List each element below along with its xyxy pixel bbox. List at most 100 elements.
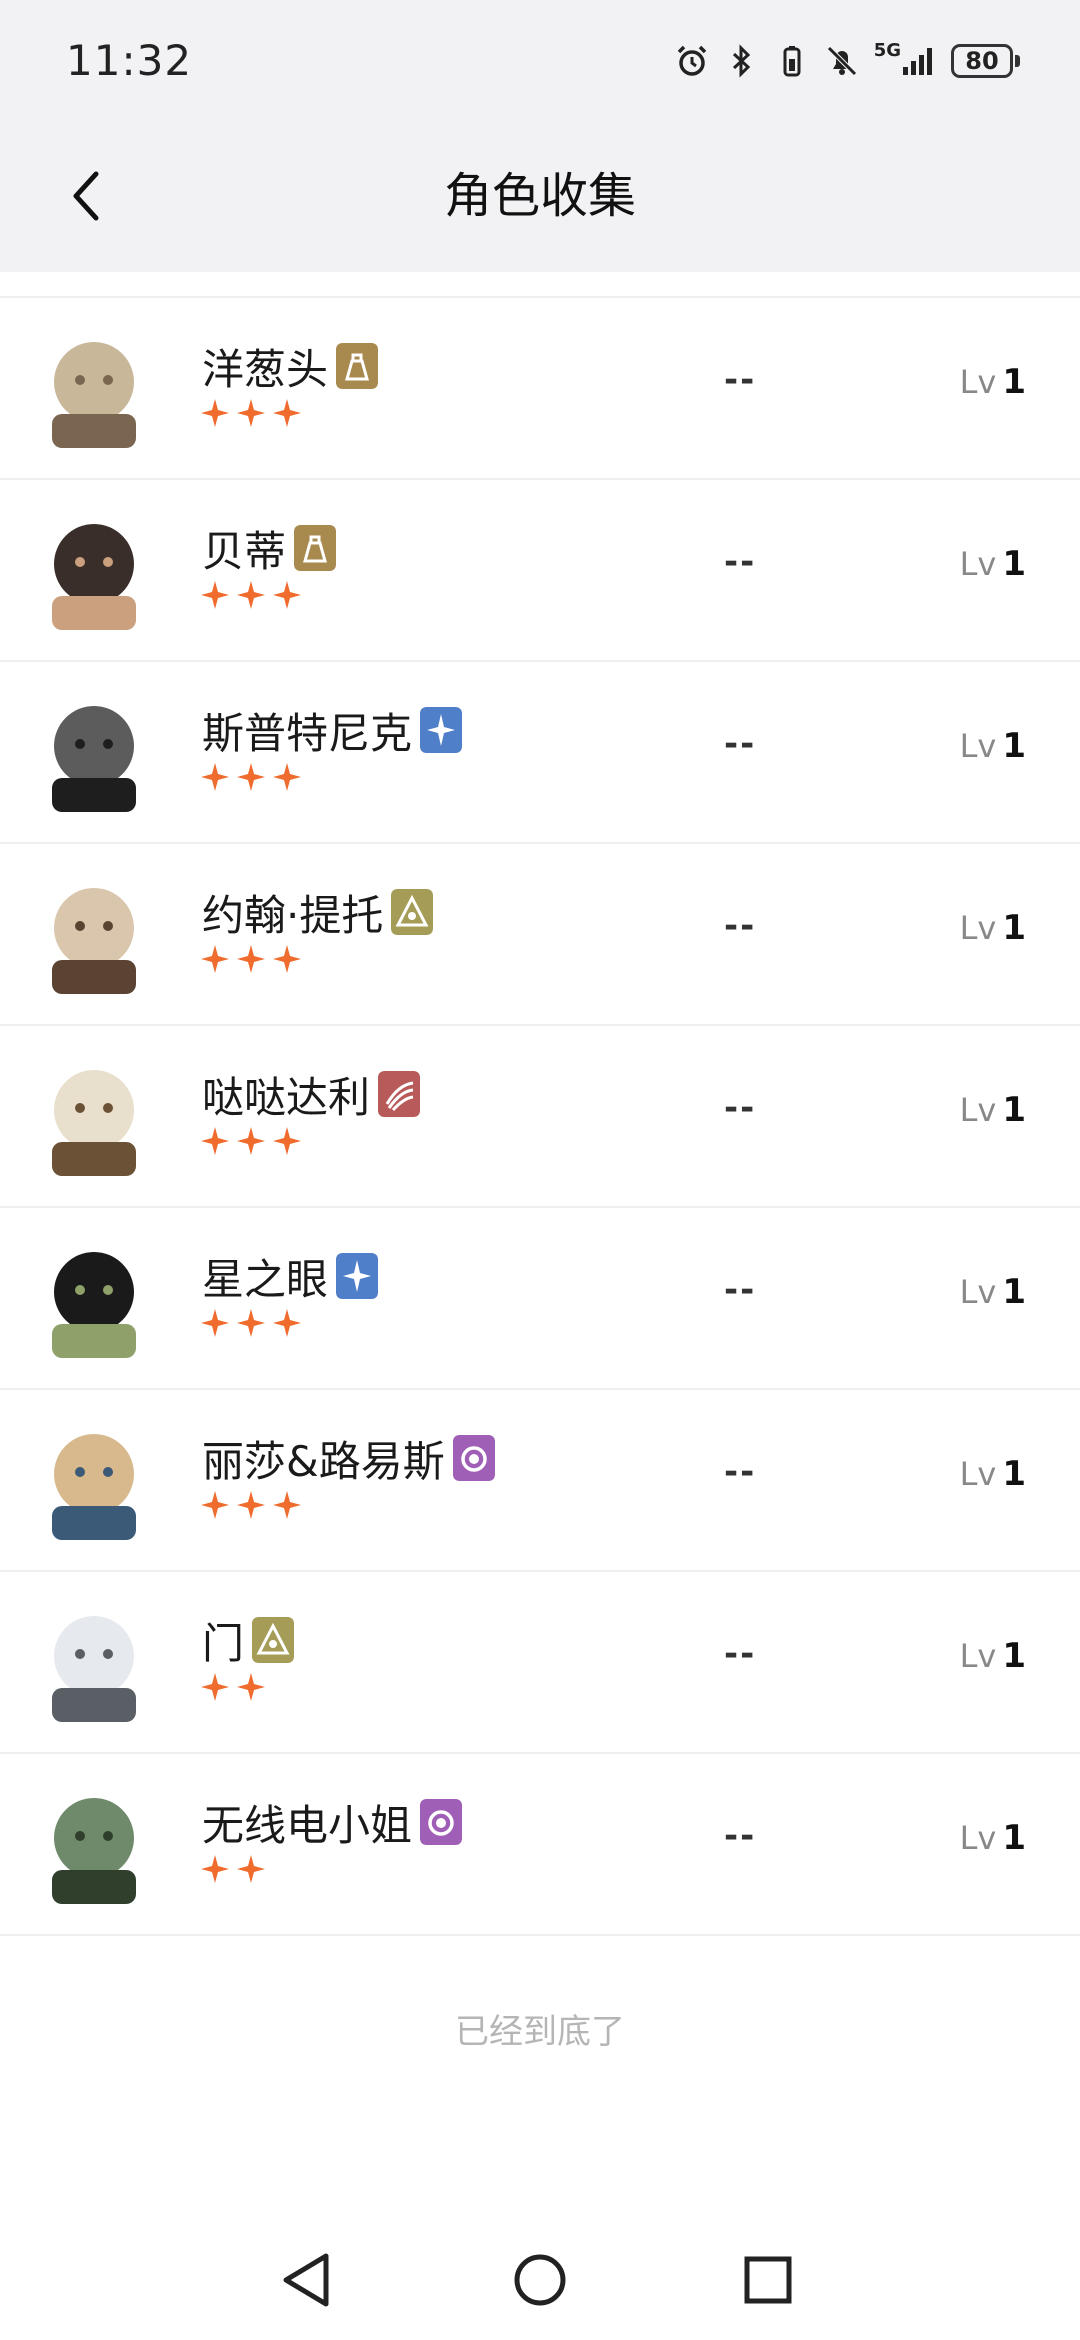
level-value: 1: [1002, 1454, 1026, 1494]
mute-icon: [826, 46, 857, 76]
role-type-badge-icon: [378, 1071, 421, 1117]
role-name: 斯普特尼克: [202, 708, 413, 758]
star-icon: [237, 763, 265, 791]
role-row[interactable]: 斯普特尼克 -- Lv 1: [0, 662, 1080, 844]
role-row[interactable]: 洋葱头 -- Lv 1: [0, 298, 1080, 480]
role-name: 约翰·提托: [202, 890, 384, 940]
role-row[interactable]: 星之眼 -- Lv 1: [0, 1208, 1080, 1390]
rarity-stars: [200, 398, 302, 428]
star-icon: [237, 581, 265, 609]
bluetooth-icon: [732, 44, 750, 78]
level-display: Lv 1: [960, 908, 1026, 948]
level-value: 1: [1002, 362, 1026, 402]
role-type-badge-icon: [420, 1799, 463, 1845]
role-type-badge-icon: [336, 343, 379, 389]
battery-cap: [1015, 55, 1020, 67]
role-name-line: 无线电小姐: [202, 1794, 463, 1850]
level-display: Lv 1: [960, 544, 1026, 584]
star-icon: [237, 1855, 265, 1883]
star-icon: [237, 1127, 265, 1155]
star-icon: [201, 581, 229, 609]
role-type-badge-icon: [252, 1617, 295, 1663]
rarity-stars: [200, 944, 302, 974]
circle-home-icon[interactable]: [504, 2244, 576, 2316]
star-icon: [273, 763, 301, 791]
role-row[interactable]: 贝蒂 -- Lv 1: [0, 480, 1080, 662]
battery-icon: 80: [951, 44, 1020, 78]
level-value: 1: [1002, 908, 1026, 948]
role-type-badge-icon: [452, 1435, 495, 1481]
role-name: 哒哒达利: [202, 1072, 371, 1122]
role-name: 丽莎&路易斯: [202, 1436, 445, 1486]
rarity-stars: [200, 1854, 266, 1884]
system-navigation-bar: [0, 2220, 1080, 2340]
level-label: Lv: [959, 1455, 997, 1493]
role-type-badge-icon: [294, 525, 337, 571]
star-icon: [237, 1491, 265, 1519]
level-display: Lv 1: [960, 1818, 1026, 1858]
network-type: 5G: [873, 40, 901, 61]
role-value: --: [724, 1088, 757, 1128]
level-label: Lv: [959, 909, 997, 947]
role-name-line: 洋葱头: [202, 338, 379, 394]
role-list: 洋葱头 -- Lv 1 贝蒂 -- Lv 1 斯普特尼克 -- Lv 1 约翰·提托 -- Lv 1 哒哒达利 -…: [0, 272, 1080, 1936]
square-recents-icon[interactable]: [732, 2244, 804, 2316]
role-value: --: [724, 1816, 757, 1856]
level-value: 1: [1002, 726, 1026, 766]
role-row[interactable]: 丽莎&路易斯 -- Lv 1: [0, 1390, 1080, 1572]
level-label: Lv: [959, 727, 997, 765]
level-display: Lv 1: [960, 726, 1026, 766]
rarity-stars: [200, 1672, 266, 1702]
star-icon: [201, 763, 229, 791]
level-label: Lv: [959, 1273, 997, 1311]
character-avatar: [30, 1600, 158, 1722]
role-type-badge-icon: [391, 889, 434, 935]
rarity-stars: [200, 1490, 302, 1520]
level-label: Lv: [959, 1091, 997, 1129]
star-icon: [201, 945, 229, 973]
role-type-badge-icon: [420, 707, 463, 753]
level-value: 1: [1002, 544, 1026, 584]
role-row[interactable]: 约翰·提托 -- Lv 1: [0, 844, 1080, 1026]
rarity-stars: [200, 580, 302, 610]
character-avatar: [30, 1054, 158, 1176]
level-display: Lv 1: [960, 362, 1026, 402]
role-name-line: 贝蒂: [202, 520, 337, 576]
level-value: 1: [1002, 1636, 1026, 1676]
role-name: 星之眼: [202, 1254, 329, 1304]
role-value: --: [724, 906, 757, 946]
star-icon: [273, 1491, 301, 1519]
character-avatar: [30, 1236, 158, 1358]
role-row[interactable]: 门 -- Lv 1: [0, 1572, 1080, 1754]
level-value: 1: [1002, 1818, 1026, 1858]
level-label: Lv: [959, 1819, 997, 1857]
role-name-line: 哒哒达利: [202, 1066, 421, 1122]
end-of-list-hint: 已经到底了: [455, 2012, 625, 2052]
role-name: 洋葱头: [202, 344, 329, 394]
role-value: --: [724, 1270, 757, 1310]
nav-header: 角色收集: [0, 120, 1080, 272]
star-icon: [201, 1127, 229, 1155]
level-display: Lv 1: [960, 1090, 1026, 1130]
role-value: --: [724, 542, 757, 582]
role-row[interactable]: 哒哒达利 -- Lv 1: [0, 1026, 1080, 1208]
character-avatar: [30, 326, 158, 448]
role-name: 门: [202, 1618, 245, 1668]
level-value: 1: [1002, 1272, 1026, 1312]
role-row[interactable]: 无线电小姐 -- Lv 1: [0, 1754, 1080, 1936]
battery-level: 80: [951, 44, 1013, 78]
star-icon: [273, 581, 301, 609]
role-name: 贝蒂: [202, 526, 287, 576]
star-icon: [201, 1309, 229, 1337]
role-value: --: [724, 1634, 757, 1674]
triangle-back-icon[interactable]: [272, 2244, 344, 2316]
level-value: 1: [1002, 1090, 1026, 1130]
level-display: Lv 1: [960, 1636, 1026, 1676]
rarity-stars: [200, 1126, 302, 1156]
role-name-line: 丽莎&路易斯: [202, 1430, 495, 1486]
star-icon: [201, 399, 229, 427]
character-avatar: [30, 872, 158, 994]
rarity-stars: [200, 762, 302, 792]
star-icon: [237, 1309, 265, 1337]
status-time: 11:32: [66, 36, 193, 85]
